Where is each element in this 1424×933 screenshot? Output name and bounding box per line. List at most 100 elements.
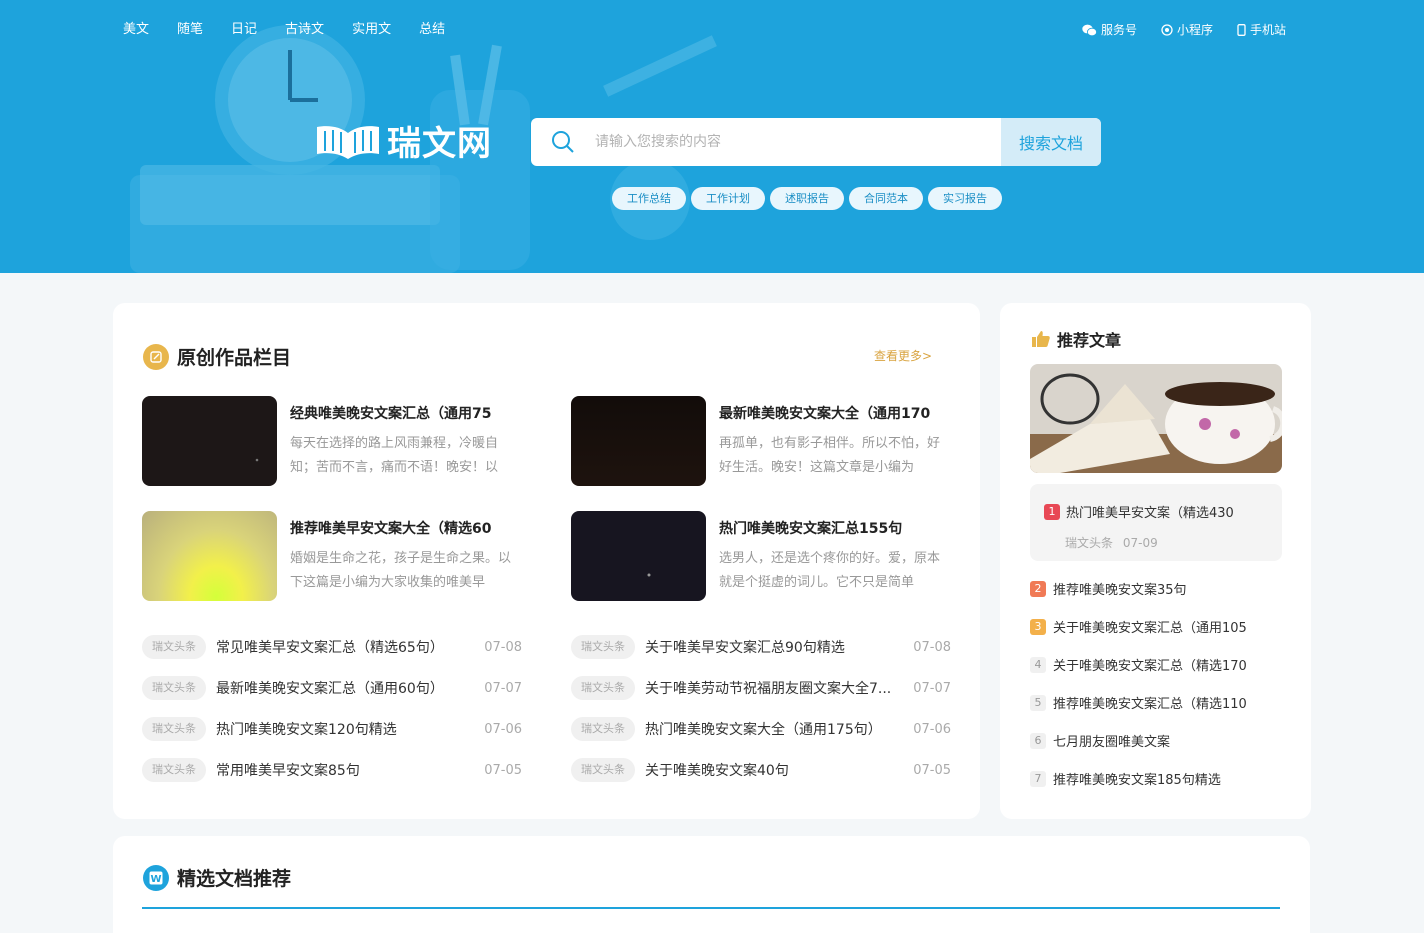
section-title-text: 推荐文章 — [1057, 331, 1122, 350]
source-badge: 瑞文头条 — [142, 676, 206, 700]
recommend-title: 推荐唯美晚安文案35句 — [1053, 583, 1187, 598]
hot-tags: 工作总结 工作计划 述职报告 合同范本 实习报告 — [612, 187, 1007, 210]
open-book-icon — [317, 125, 379, 159]
list-item[interactable]: 瑞文头条 常用唯美早安文案85句 07-05 — [142, 758, 522, 782]
list-item-title: 关于唯美晚安文案40句 — [645, 763, 789, 779]
list-item-date: 07-08 — [484, 639, 522, 655]
article-thumbnail — [571, 396, 706, 486]
edit-icon — [143, 343, 169, 370]
mobile-icon — [1237, 24, 1246, 36]
source-badge: 瑞文头条 — [571, 676, 635, 700]
featured-article[interactable]: 经典唯美晚安文案汇总（通用75 每天在选择的路上风雨兼程，冷暖自知；苦而不言，痛… — [142, 396, 522, 486]
top-recommend-item[interactable]: 1 热门唯美早安文案（精选430 瑞文头条 07-09 — [1030, 484, 1282, 561]
rank-badge: 1 — [1044, 503, 1060, 520]
article-title: 热门唯美晚安文案汇总155句 — [719, 521, 903, 537]
recommend-title: 关于唯美晚安文案汇总（通用105 — [1053, 621, 1247, 636]
nav-item-meiwen[interactable]: 美文 — [123, 20, 149, 40]
list-item[interactable]: 瑞文头条 关于唯美劳动节祝福朋友圈文案大全7... 07-07 — [571, 676, 951, 700]
nav-item-gushiwen[interactable]: 古诗文 — [285, 20, 324, 40]
nav-item-suibi[interactable]: 随笔 — [177, 20, 203, 40]
list-item-date: 07-08 — [913, 639, 951, 655]
article-thumbnail — [571, 511, 706, 601]
hot-tag[interactable]: 工作总结 — [612, 187, 686, 210]
list-item-title: 关于唯美早安文案汇总90句精选 — [645, 640, 845, 656]
recommend-item[interactable]: 4 关于唯美晚安文案汇总（精选170 — [1030, 655, 1282, 674]
hot-tag[interactable]: 合同范本 — [849, 187, 923, 210]
hot-tag[interactable]: 工作计划 — [691, 187, 765, 210]
recommend-title: 七月朋友圈唯美文案 — [1053, 735, 1171, 750]
list-item-date: 07-07 — [913, 680, 951, 696]
article-title: 最新唯美晚安文案大全（通用170 — [719, 406, 931, 422]
list-item[interactable]: 瑞文头条 热门唯美晚安文案120句精选 07-06 — [142, 717, 522, 741]
view-more-link[interactable]: 查看更多> — [874, 347, 932, 364]
article-excerpt: 每天在选择的路上风雨兼程，冷暖自知；苦而不言，痛而不语！晚安！以 — [290, 436, 499, 475]
miniprogram-icon — [1161, 24, 1173, 36]
featured-article[interactable]: 推荐唯美早安文案大全（精选60 婚姻是生命之花，孩子是生命之果。以下这篇是小编为… — [142, 511, 522, 601]
list-item-date: 07-07 — [484, 680, 522, 696]
selected-documents-panel: W 精选文档推荐 — [113, 836, 1310, 933]
mobile-site-link[interactable]: 手机站 — [1237, 20, 1286, 40]
hot-tag[interactable]: 述职报告 — [770, 187, 844, 210]
list-item-title: 热门唯美晚安文案大全（通用175句） — [645, 722, 882, 738]
wechat-icon — [1082, 24, 1097, 36]
recommend-item[interactable]: 5 推荐唯美晚安文案汇总（精选110 — [1030, 693, 1282, 712]
list-item[interactable]: 瑞文头条 关于唯美早安文案汇总90句精选 07-08 — [571, 635, 951, 659]
nav-item-zongjie[interactable]: 总结 — [419, 20, 445, 40]
source-badge: 瑞文头条 — [571, 635, 635, 659]
list-item-title: 常用唯美早安文案85句 — [216, 763, 360, 779]
section-title-text: 精选文档推荐 — [177, 868, 292, 890]
list-item-date: 07-06 — [484, 721, 522, 737]
list-item-date: 07-06 — [913, 721, 951, 737]
logo-text: 瑞文网 — [387, 124, 492, 164]
recommend-item[interactable]: 7 推荐唯美晚安文案185句精选 — [1030, 769, 1282, 788]
service-account-link[interactable]: 服务号 — [1082, 20, 1137, 40]
recommend-item[interactable]: 6 七月朋友圈唯美文案 — [1030, 731, 1282, 750]
recommended-panel: 推荐文章 1 热门唯美早安文案（精选430 瑞文头条 07-09 2 推荐唯美晚… — [1000, 303, 1311, 819]
list-item[interactable]: 瑞文头条 最新唯美晚安文案汇总（通用60句） 07-07 — [142, 676, 522, 700]
rank-badge: 7 — [1030, 770, 1046, 787]
recommend-item[interactable]: 2 推荐唯美晚安文案35句 — [1030, 579, 1282, 598]
search-input[interactable] — [595, 118, 1001, 166]
rank-badge: 2 — [1030, 580, 1046, 597]
mobile-site-label: 手机站 — [1250, 23, 1287, 37]
rank-badge: 3 — [1030, 618, 1046, 635]
recommend-cover-image[interactable] — [1030, 364, 1282, 473]
header-banner: 美文 随笔 日记 古诗文 实用文 总结 服务号 小程序 手机站 瑞文网 请输入您… — [0, 0, 1424, 273]
hot-tag[interactable]: 实习报告 — [928, 187, 1002, 210]
service-account-label: 服务号 — [1101, 23, 1138, 37]
list-item-title: 常见唯美早安文案汇总（精选65句） — [216, 640, 444, 656]
list-item-date: 07-05 — [913, 762, 951, 778]
mini-program-link[interactable]: 小程序 — [1161, 20, 1213, 40]
mini-program-label: 小程序 — [1177, 23, 1214, 37]
thumbs-up-icon — [1032, 331, 1050, 347]
site-logo[interactable]: 瑞文网 — [315, 116, 492, 165]
list-item-title: 热门唯美晚安文案120句精选 — [216, 722, 397, 738]
recommend-item[interactable]: 3 关于唯美晚安文案汇总（通用105 — [1030, 617, 1282, 636]
section-title: W 精选文档推荐 — [143, 864, 291, 891]
article-excerpt: 婚姻是生命之花，孩子是生命之果。以下这篇是小编为大家收集的唯美早 — [290, 551, 512, 590]
source-badge: 瑞文头条 — [142, 717, 206, 741]
recommend-source: 瑞文头条 — [1065, 536, 1114, 550]
recommend-date: 07-09 — [1122, 536, 1158, 550]
article-title: 推荐唯美早安文案大全（精选60 — [290, 521, 492, 537]
list-item[interactable]: 瑞文头条 热门唯美晚安文案大全（通用175句） 07-06 — [571, 717, 951, 741]
rank-badge: 6 — [1030, 732, 1046, 749]
section-title: 推荐文章 — [1031, 327, 1121, 351]
list-item-date: 07-05 — [484, 762, 522, 778]
rank-badge: 4 — [1030, 656, 1046, 673]
search-icon — [531, 118, 595, 166]
featured-article[interactable]: 最新唯美晚安文案大全（通用170 再孤单，也有影子相伴。所以不怕，好好生活。晚安… — [571, 396, 951, 486]
top-right-links: 服务号 小程序 手机站 — [1082, 20, 1310, 40]
section-title: 原创作品栏目 — [143, 343, 291, 370]
nav-item-riji[interactable]: 日记 — [231, 20, 257, 40]
svg-text:W: W — [150, 874, 161, 885]
source-badge: 瑞文头条 — [571, 758, 635, 782]
list-item[interactable]: 瑞文头条 常见唯美早安文案汇总（精选65句） 07-08 — [142, 635, 522, 659]
article-excerpt: 选男人，还是选个疼你的好。爱，原本就是个挺虚的词儿。它不只是简单 — [719, 551, 941, 590]
list-item[interactable]: 瑞文头条 关于唯美晚安文案40句 07-05 — [571, 758, 951, 782]
nav-item-shiyongwen[interactable]: 实用文 — [352, 20, 391, 40]
featured-article[interactable]: 热门唯美晚安文案汇总155句 选男人，还是选个疼你的好。爱，原本就是个挺虚的词儿… — [571, 511, 951, 601]
search-button[interactable]: 搜索文档 — [1001, 118, 1101, 166]
recommend-title: 关于唯美晚安文案汇总（精选170 — [1053, 659, 1247, 674]
source-badge: 瑞文头条 — [571, 717, 635, 741]
